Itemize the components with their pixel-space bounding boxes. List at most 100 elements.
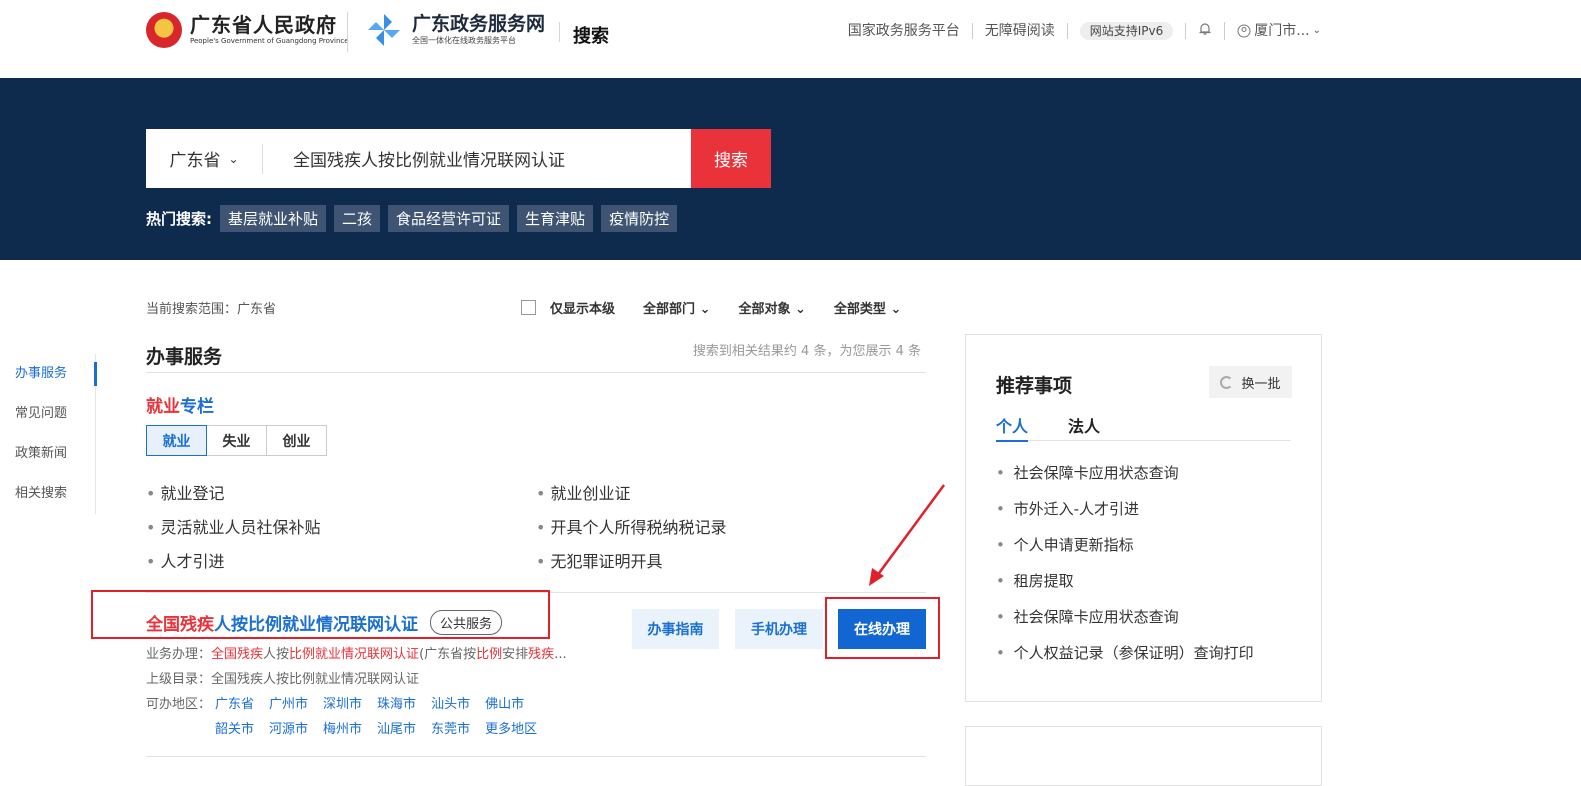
hot-label: 热门搜索: (146, 210, 212, 228)
hot-tag[interactable]: 疫情防控 (601, 205, 678, 232)
area-list: 广东省 广州市 深圳市 珠海市 汕头市 佛山市 (215, 693, 539, 712)
more-areas-link[interactable]: 更多地区 (485, 718, 537, 737)
divider (146, 372, 926, 373)
area-label: 可办地区： (146, 697, 212, 712)
area-link[interactable]: 广州市 (269, 693, 308, 712)
tab-unemployment[interactable]: 失业 (206, 425, 267, 456)
hot-tag[interactable]: 二孩 (334, 205, 381, 232)
area-link[interactable]: 河源市 (269, 718, 308, 737)
top-header: 广东省人民政府 People's Government of Guangdong… (0, 0, 1581, 78)
recommend-list: 社会保障卡应用状态查询 市外迁入-人才引进 个人申请更新指标 租房提取 社会保障… (996, 461, 1254, 677)
list-item[interactable]: 社会保障卡应用状态查询 (996, 461, 1254, 497)
refresh-button[interactable]: 换一批 (1209, 366, 1292, 398)
tab-personal[interactable]: 个人 (996, 413, 1029, 442)
list-item[interactable]: 人才引进 (146, 548, 536, 572)
filter-bar: 仅显示本级 全部部门 ⌄ 全部对象 ⌄ 全部类型 ⌄ (521, 298, 901, 317)
tab-employment[interactable]: 就业 (146, 425, 207, 456)
area-link[interactable]: 梅州市 (323, 718, 362, 737)
pinwheel-logo-icon (368, 14, 400, 46)
list-item[interactable]: 个人申请更新指标 (996, 533, 1254, 569)
highlight-box (825, 597, 940, 659)
section-title: 搜索 (573, 26, 609, 47)
search-box: 广东省 ⌄ 搜索 (146, 129, 771, 188)
type-filter[interactable]: 全部类型 ⌄ (834, 298, 901, 317)
search-button[interactable]: 搜索 (691, 129, 771, 188)
list-item[interactable]: 市外迁入-人才引进 (996, 497, 1254, 533)
region-select[interactable]: 广东省 ⌄ (146, 129, 262, 188)
top-nav: 国家政务服务平台 无障碍阅读 网站支持IPv6 厦门市... ⌄ (836, 22, 1333, 40)
area-link[interactable]: 韶关市 (215, 718, 254, 737)
chevron-down-icon: ⌄ (795, 302, 806, 317)
only-this-level-label[interactable]: 仅显示本级 (550, 298, 615, 317)
leftnav-item-related[interactable]: 相关搜索 (0, 474, 95, 514)
user-location: 厦门市... (1254, 23, 1310, 39)
target-filter[interactable]: 全部对象 ⌄ (738, 298, 805, 317)
recommend-title: 推荐事项 (996, 375, 1073, 397)
list-item[interactable]: 就业登记 (146, 480, 536, 504)
area-link[interactable]: 佛山市 (485, 693, 524, 712)
biz-line: 业务办理：全国残疾人按比例就业情况联网认证(广东省按比例安排残疾... (146, 647, 567, 662)
hot-tag[interactable]: 生育津贴 (517, 205, 594, 232)
search-scope: 当前搜索范围：广东省 (146, 302, 277, 317)
chevron-down-icon: ⌄ (890, 302, 902, 317)
column-tabs: 就业 失业 创业 (146, 425, 327, 456)
column-title-b: 专栏 (180, 397, 214, 417)
highlight-box (91, 590, 550, 639)
chevron-down-icon: ⌄ (699, 302, 711, 317)
chevron-down-icon: ⌄ (228, 151, 239, 166)
leftnav-item-faq[interactable]: 常见问题 (0, 394, 95, 434)
result-count: 搜索到相关结果约 4 条，为您展示 4 条 (692, 344, 921, 359)
guide-button[interactable]: 办事指南 (632, 609, 719, 649)
list-item[interactable]: 社会保障卡应用状态查询 (996, 605, 1254, 641)
area-link[interactable]: 汕头市 (431, 693, 470, 712)
area-link[interactable]: 珠海市 (377, 693, 416, 712)
portal-name: 广东政务服务网 (412, 13, 546, 35)
dept-filter[interactable]: 全部部门 ⌄ (643, 298, 710, 317)
mobile-button[interactable]: 手机办理 (735, 609, 823, 649)
gov-logo[interactable]: 广东省人民政府 People's Government of Guangdong… (146, 12, 349, 48)
hot-searches: 热门搜索: 基层就业补贴 二孩 食品经营许可证 生育津贴 疫情防控 (146, 205, 685, 232)
portal-logo[interactable]: 广东政务服务网 全国一体化在线政务服务平台 (366, 12, 545, 48)
list-item[interactable]: 租房提取 (996, 569, 1254, 605)
portal-sub: 全国一体化在线政务服务平台 (412, 36, 516, 45)
section-heading: 办事服务 (146, 346, 223, 368)
column-title-a: 就业 (146, 397, 180, 417)
ipv6-badge-wrap: 网站支持IPv6 (1068, 22, 1187, 40)
recommend-panel: 推荐事项 换一批 个人 法人 社会保障卡应用状态查询 市外迁入-人才引进 个人申… (965, 334, 1322, 702)
only-this-level-checkbox[interactable] (521, 300, 536, 315)
bell-icon[interactable] (1186, 22, 1226, 40)
hot-tag[interactable]: 基层就业补贴 (220, 205, 327, 232)
parent-line: 上级目录：全国残疾人按比例就业情况联网认证 (146, 672, 420, 687)
list-item[interactable]: 个人权益记录（参保证明）查询打印 (996, 641, 1254, 677)
refresh-icon (1220, 375, 1234, 389)
gov-name: 广东省人民政府 (190, 13, 337, 37)
leftnav-item-services[interactable]: 办事服务 (0, 354, 97, 394)
ipv6-badge: 网站支持IPv6 (1079, 22, 1174, 40)
area-link[interactable]: 深圳市 (323, 693, 362, 712)
annotation-arrow-icon (869, 484, 946, 586)
gov-name-en: People's Government of Guangdong Provinc… (190, 37, 349, 45)
accessibility-link[interactable]: 无障碍阅读 (973, 23, 1068, 39)
national-emblem-icon (146, 12, 182, 48)
national-platform-link[interactable]: 国家政务服务平台 (836, 23, 973, 39)
left-nav: 办事服务 常见问题 政策新闻 相关搜索 (0, 354, 97, 514)
area-link[interactable]: 广东省 (215, 693, 254, 712)
area-link[interactable]: 东莞市 (431, 718, 470, 737)
chevron-down-icon: ⌄ (1312, 25, 1321, 36)
region-value: 广东省 (169, 151, 221, 171)
column-title: 就业专栏 (146, 392, 214, 417)
area-list: 韶关市 河源市 梅州市 汕尾市 东莞市 更多地区 (215, 718, 552, 737)
list-item[interactable]: 灵活就业人员社保补贴 (146, 514, 536, 538)
user-menu[interactable]: 厦门市... ⌄ (1225, 23, 1333, 39)
tab-entrepreneurship[interactable]: 创业 (266, 425, 327, 456)
secondary-panel (965, 726, 1322, 786)
search-input[interactable] (263, 129, 691, 188)
area-link[interactable]: 汕尾市 (377, 718, 416, 737)
hot-tag[interactable]: 食品经营许可证 (388, 205, 510, 232)
divider (347, 12, 348, 52)
user-icon (1237, 24, 1251, 38)
tab-legal-person[interactable]: 法人 (1068, 413, 1100, 440)
service-links: 就业登记 就业创业证 灵活就业人员社保补贴 开具个人所得税纳税记录 人才引进 无… (146, 480, 926, 572)
divider (146, 756, 926, 757)
leftnav-item-news[interactable]: 政策新闻 (0, 434, 95, 474)
